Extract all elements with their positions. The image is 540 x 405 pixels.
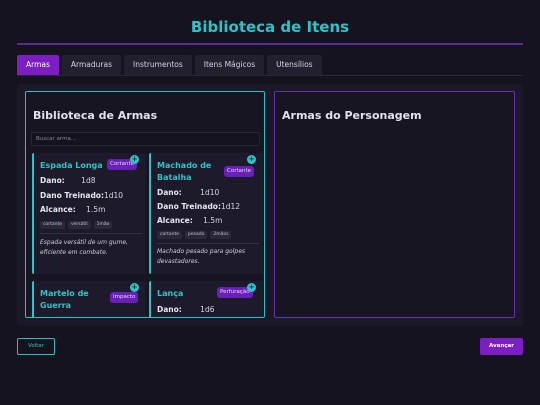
add-weapon-icon[interactable]: + <box>130 155 139 164</box>
weapon-trained-damage-row: Dano Treinado:1d10 <box>40 191 123 200</box>
weapon-description: Espada versátil de um gume, eficiente em… <box>40 239 128 256</box>
weapon-tag: cortante <box>157 231 182 239</box>
weapon-reach-row: Alcance: 1.5m <box>40 205 105 214</box>
weapon-damage-row: Dano: 1d6 <box>157 305 214 314</box>
weapon-search-input[interactable]: Buscar arma... <box>31 132 260 146</box>
weapon-tags: cortante versátil 1mão <box>40 221 113 229</box>
tab-bar: Armas Armaduras Instrumentos Itens Mágic… <box>17 55 322 75</box>
reach-value: 1.5m <box>86 205 106 214</box>
weapon-name: Lança <box>157 289 184 298</box>
add-weapon-icon[interactable]: + <box>247 155 256 164</box>
tab-instrumentos[interactable]: Instrumentos <box>124 55 192 75</box>
damage-value: 1d8 <box>81 176 96 185</box>
reach-label: Alcance: <box>40 205 76 214</box>
damage-value: 1d10 <box>200 188 220 197</box>
weapon-type-badge: Impacto <box>110 292 139 303</box>
character-weapons-panel: Armas do Personagem <box>274 91 515 318</box>
weapon-tag: pesado <box>184 231 208 239</box>
weapon-tags: cortante pesado 2mãos <box>157 231 232 239</box>
character-weapons-title: Armas do Personagem <box>282 109 422 122</box>
tab-armas[interactable]: Armas <box>17 55 59 75</box>
reach-label: Alcance: <box>157 216 193 225</box>
card-divider <box>40 233 142 234</box>
add-weapon-icon[interactable]: + <box>130 283 139 292</box>
trained-damage-label: Dano Treinado: <box>40 191 104 200</box>
add-weapon-icon[interactable]: + <box>247 283 256 292</box>
weapon-type-badge: Cortante <box>224 166 255 177</box>
weapon-damage-row: Dano: 1d10 <box>157 188 219 197</box>
next-button[interactable]: Avançar <box>480 338 523 355</box>
weapon-card[interactable]: Espada Longa Cortante + Dano: 1d8 Dano T… <box>32 153 146 274</box>
weapon-tag: 1mão <box>93 221 113 229</box>
tab-utensilios[interactable]: Utensílios <box>267 55 322 75</box>
weapon-name: Espada Longa <box>40 161 103 170</box>
damage-label: Dano: <box>157 188 182 197</box>
back-button[interactable]: Voltar <box>17 338 55 355</box>
tab-armaduras[interactable]: Armaduras <box>61 55 121 75</box>
weapon-damage-row: Dano: 1d8 <box>40 176 95 185</box>
trained-damage-label: Dano Treinado: <box>157 202 221 211</box>
weapon-name: Martelo de Guerra <box>40 289 89 310</box>
trained-damage-value: 1d12 <box>220 202 241 211</box>
weapon-tag: versátil <box>67 221 91 229</box>
weapon-tag: cortante <box>40 221 65 229</box>
title-divider <box>17 43 523 45</box>
weapon-tag: 2mãos <box>210 231 232 239</box>
weapon-card[interactable]: Lança Perfuração + Dano: 1d6 <box>149 281 263 317</box>
weapon-description: Machado pesado para golpes devastadores. <box>157 248 246 265</box>
card-divider <box>157 243 259 244</box>
damage-label: Dano: <box>40 176 65 185</box>
tabs-divider <box>17 75 523 76</box>
reach-value: 1.5m <box>203 216 223 225</box>
weapon-library-panel: Biblioteca de Armas Buscar arma... Espad… <box>25 91 265 318</box>
weapon-name: Machado de Batalha <box>157 161 212 182</box>
damage-label: Dano: <box>157 305 182 314</box>
weapon-card[interactable]: Machado de Batalha Cortante + Dano: 1d10… <box>149 153 263 274</box>
weapon-library-title: Biblioteca de Armas <box>33 109 158 122</box>
weapon-trained-damage-row: Dano Treinado:1d12 <box>157 202 240 211</box>
weapon-reach-row: Alcance: 1.5m <box>157 216 222 225</box>
weapon-card[interactable]: Martelo de Guerra Impacto + <box>32 281 146 317</box>
tab-itens-magicos[interactable]: Itens Mágicos <box>194 55 265 75</box>
page-title: Biblioteca de Itens <box>190 18 350 36</box>
damage-value: 1d6 <box>200 305 215 314</box>
trained-damage-value: 1d10 <box>103 191 124 200</box>
